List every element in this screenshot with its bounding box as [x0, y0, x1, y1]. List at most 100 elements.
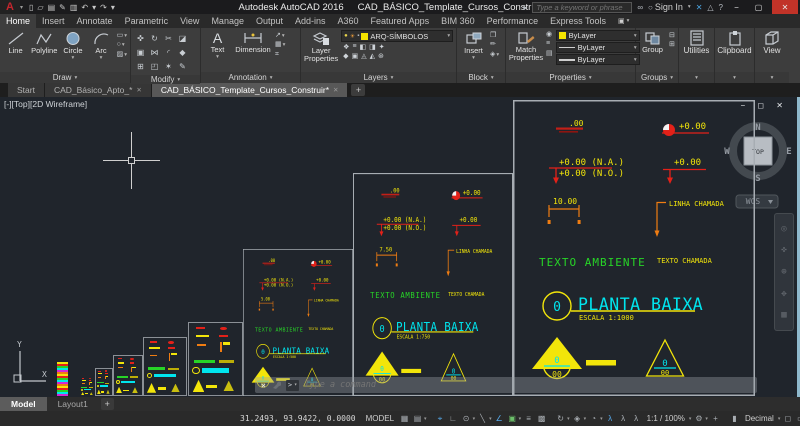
infocenter-expand-icon[interactable]: ▸	[523, 3, 527, 12]
isodraft-icon[interactable]: ╲	[477, 414, 488, 423]
layer-tool-icon[interactable]: ◆	[343, 52, 348, 60]
new-icon[interactable]: ▯	[29, 3, 33, 12]
arc-button[interactable]: Arc ▾	[88, 30, 113, 61]
ribbon-tab-insert[interactable]: Insert	[36, 14, 71, 28]
isolate-objects-icon[interactable]: ◻	[782, 414, 793, 423]
undo-caret-icon[interactable]: ▾	[92, 3, 96, 12]
layer-tool-icon[interactable]: ◧	[360, 43, 367, 51]
move-icon[interactable]: ✜	[134, 32, 147, 45]
trim-icon[interactable]: ✂	[162, 32, 175, 45]
gizmo-icon[interactable]: ◈	[572, 414, 583, 423]
dynamic-input-icon[interactable]: ⌖	[435, 414, 446, 424]
panel-utilities[interactable]: Utilities ▾	[679, 28, 715, 83]
search-binoculars-icon[interactable]: ∞	[637, 3, 643, 12]
minimize-button[interactable]: −	[728, 0, 745, 14]
object-snap-tracking-icon[interactable]: ∠	[494, 414, 505, 423]
grid-icon[interactable]: ▦	[399, 414, 410, 423]
units-caret-icon[interactable]: ▾	[778, 416, 781, 422]
selcycle-caret-icon[interactable]: ▾	[567, 416, 570, 422]
steering-wheel-icon[interactable]: ◎	[781, 224, 786, 234]
ambient-text[interactable]: TEXTO AMBIENTE	[255, 327, 303, 333]
close-button[interactable]: ✕	[772, 0, 798, 14]
create-block-button[interactable]: ❐	[490, 32, 499, 40]
plot-icon[interactable]: ▥	[70, 3, 78, 12]
signin-caret-icon[interactable]: ▾	[688, 4, 691, 10]
help-icon[interactable]: ?	[719, 3, 723, 12]
erase-icon[interactable]: ◪	[176, 32, 189, 45]
edit-block-button[interactable]: ✏	[490, 41, 499, 49]
drawing-title-callout[interactable]: 0 PLANTA BAIXA ESCALA 1:1000	[542, 291, 703, 322]
spot-elevation-right[interactable]: +0.00	[451, 188, 483, 201]
explode-icon[interactable]: ◆	[176, 46, 189, 59]
hatch-button[interactable]: ▨ ▾	[117, 51, 127, 59]
linetype-dropdown[interactable]: ByLayer ▾	[555, 42, 640, 53]
snap-icon[interactable]: ▤	[412, 414, 423, 423]
template-frame-mini[interactable]	[188, 322, 243, 396]
block-attr-button[interactable]: ◈ ▾	[490, 51, 499, 59]
spot-elevation-left[interactable]: .00	[381, 188, 400, 198]
showmotion-icon[interactable]: ▦	[781, 310, 786, 320]
section-marker-filled[interactable]: 0 00	[532, 337, 616, 380]
ribbon-tab-manage[interactable]: Manage	[205, 14, 250, 28]
file-tab-template-construir[interactable]: CAD_BÁSICO_Template_Cursos_Construir* ✕	[151, 83, 348, 97]
panel-label-layers[interactable]: Layers ▾	[301, 72, 456, 83]
object-snap-icon[interactable]: ▣	[507, 414, 518, 423]
section-marker-outline[interactable]: 0 00	[645, 338, 685, 377]
plus-icon[interactable]: +	[710, 414, 721, 423]
template-frame-svg[interactable]: .00 +0.00 +0.00 (N.A.) +0.00 (N.O.) +0.0…	[243, 249, 353, 396]
gizmo-caret-icon[interactable]: ▾	[584, 416, 587, 422]
template-frame-mini[interactable]	[80, 377, 95, 396]
level-marker-right[interactable]: +0.00	[311, 277, 331, 291]
layout1-tab[interactable]: Layout1	[47, 397, 99, 411]
command-customize-icon[interactable]	[271, 380, 281, 390]
autocad-logo-icon[interactable]: A	[0, 0, 20, 14]
ribbon-tab-bim360[interactable]: BIM 360	[435, 14, 481, 28]
ribbon-tab-view[interactable]: View	[174, 14, 205, 28]
leader-line-sample[interactable]: LINHA CHAMADA	[307, 299, 339, 318]
panel-label-annotation[interactable]: Annotation ▾	[201, 72, 300, 83]
line-button[interactable]: Line	[3, 30, 28, 55]
new-tab-button[interactable]: +	[351, 84, 366, 96]
template-frame-svg[interactable]: .00 +0.00 +0.00 (N.A.) +0.00 (N.O.) +0.0…	[513, 100, 755, 396]
ribbon-tab-annotate[interactable]: Annotate	[71, 14, 119, 28]
save-icon[interactable]: ▤	[48, 3, 56, 12]
command-line[interactable]: ✕ > ▾	[255, 377, 757, 393]
layer-tool-icon[interactable]: ❖	[343, 43, 349, 51]
selection-cycling-icon[interactable]: ↻	[555, 414, 566, 423]
compass-north[interactable]: N	[755, 123, 760, 133]
ungroup-button[interactable]: ⊟	[669, 32, 675, 40]
polyline-button[interactable]: Polyline	[31, 30, 57, 55]
graphics-performance-icon[interactable]: ▭	[795, 414, 800, 423]
polar-tracking-icon[interactable]: ⊙	[461, 414, 472, 423]
undo-icon[interactable]: ↶	[81, 3, 88, 12]
table-button[interactable]: ▦ ▾	[275, 41, 285, 49]
workspace-gear-icon[interactable]: ⚙	[693, 414, 704, 423]
ribbon-tab-parametric[interactable]: Parametric	[119, 14, 175, 28]
template-frame-mini[interactable]	[113, 355, 143, 396]
level-marker-na-no[interactable]: +0.00 (N.A.) +0.00 (N.O.)	[549, 158, 624, 184]
spot-elevation-right[interactable]: +0.00	[310, 259, 333, 267]
units-value[interactable]: Decimal	[742, 414, 777, 423]
command-close-icon[interactable]: ✕	[261, 381, 266, 390]
ortho-icon[interactable]: ∟	[448, 414, 459, 423]
file-tab-start[interactable]: Start	[8, 83, 44, 97]
callout-text[interactable]: TEXTO CHAMADA	[308, 327, 333, 331]
snap-caret-icon[interactable]: ▾	[424, 416, 427, 422]
panel-label-modify[interactable]: Modify ▾	[131, 75, 200, 84]
edit-icon[interactable]: ✎	[176, 60, 189, 73]
lineweight-dropdown[interactable]: ByLayer ▾	[555, 54, 640, 65]
close-tab-icon[interactable]: ✕	[333, 86, 338, 94]
rectangle-button[interactable]: ▭ ▾	[117, 32, 127, 40]
ambient-text[interactable]: TEXTO AMBIENTE	[539, 256, 646, 269]
lineweight-icon[interactable]: ≡	[523, 414, 534, 423]
layer-tool-icon[interactable]: ▣	[352, 52, 359, 60]
help-search-input[interactable]	[532, 1, 633, 13]
annotation-visibility-icon[interactable]: λ	[605, 414, 616, 423]
ucs-icon[interactable]: Y X	[6, 339, 52, 395]
pan-icon[interactable]: ✜	[781, 245, 786, 255]
ambient-text[interactable]: TEXTO AMBIENTE	[370, 291, 440, 301]
object-color-dropdown[interactable]: ByLayer ▾	[555, 30, 640, 41]
panel-label-groups[interactable]: Groups ▾	[636, 72, 678, 83]
layer-tool-icon[interactable]: ✦	[379, 43, 385, 51]
new-layout-button[interactable]: +	[100, 398, 114, 410]
